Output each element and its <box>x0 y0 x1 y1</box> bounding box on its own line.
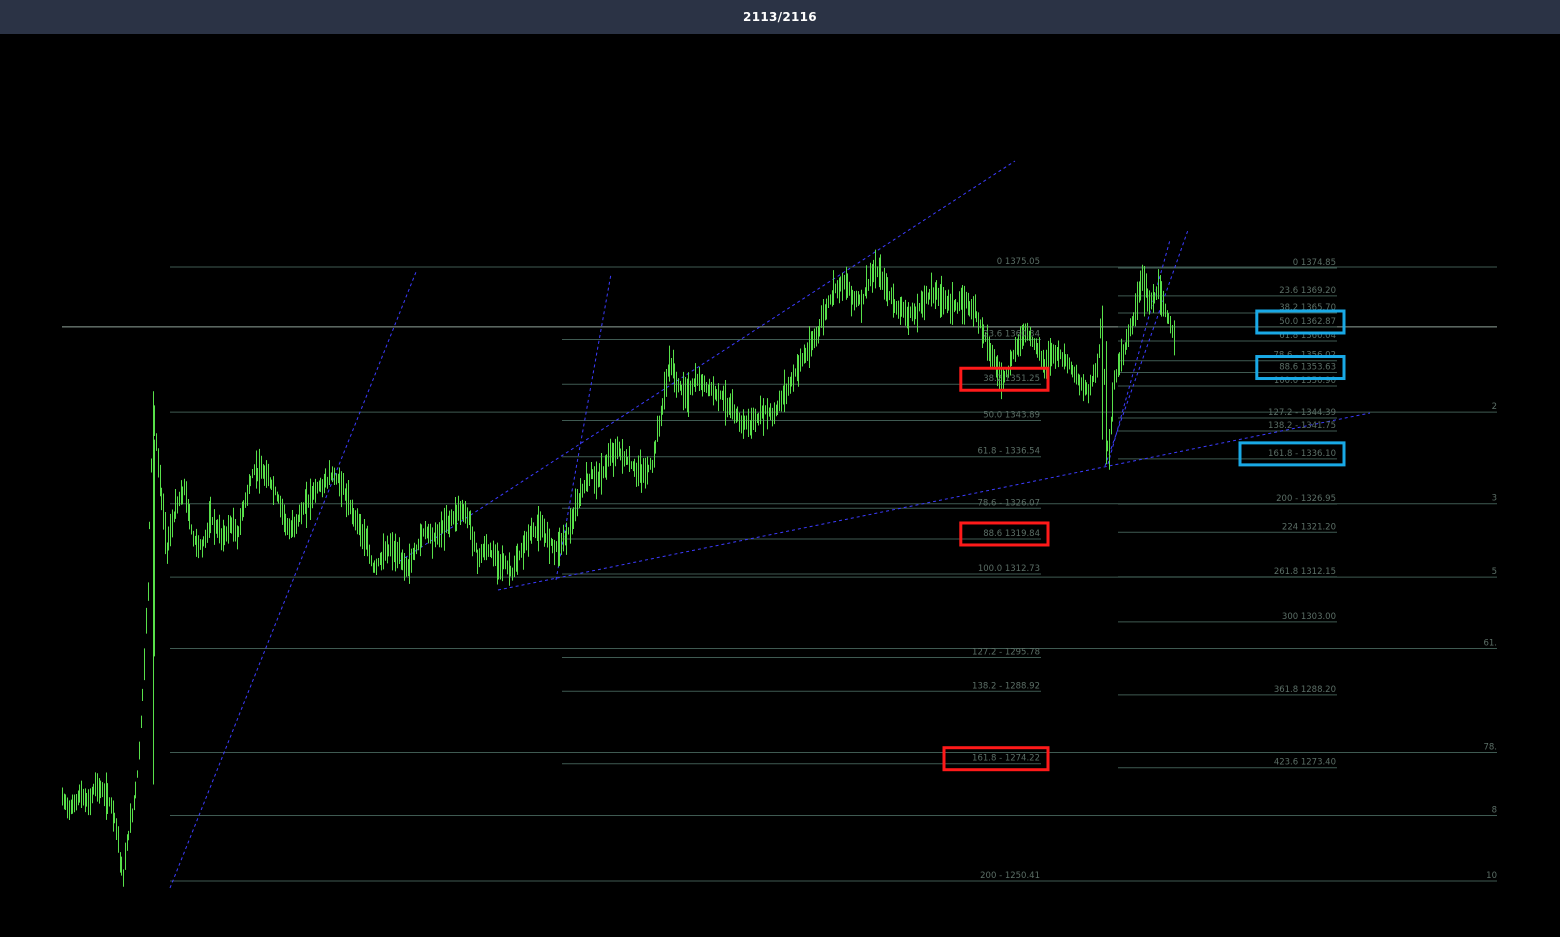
fib-mid-label: 0 1375.05 <box>997 257 1040 267</box>
trend-line <box>169 271 417 889</box>
fib-right-b-label: 200 - 1326.95 <box>1276 494 1336 504</box>
fib-mid-label: 88.6 1319.84 <box>983 529 1040 539</box>
fib-right-a-label: 23.6 1369.20 <box>1279 286 1336 296</box>
fib-mid-label: 78.6 - 1326.07 <box>977 498 1040 508</box>
fib-left-label: 10 <box>1486 871 1497 881</box>
fib-left-label: 8 <box>1492 806 1497 816</box>
fib-mid-label: 127.2 - 1295.78 <box>972 647 1040 657</box>
fib-right-a-label: 138.2 - 1341.75 <box>1268 421 1336 431</box>
fib-left-label: 78. <box>1483 742 1497 752</box>
fib-mid-label: 23.6 1360.34 <box>983 329 1040 339</box>
fib-right-b-label: 423.6 1273.40 <box>1274 758 1336 768</box>
chart-svg: 2 3 5 61. 78. 8 10 0 1375.05 23.6 1360.34 38.2 13… <box>62 160 1497 889</box>
title-bar: 2113/2116 <box>0 0 1560 34</box>
trend-lines-layer <box>169 160 1371 889</box>
trend-line <box>399 160 1016 562</box>
fib-right-a-label: 127.2 - 1344.39 <box>1268 408 1336 418</box>
fib-left-label: 61. <box>1483 639 1497 649</box>
fib-right-a-label: 88.6 1353.63 <box>1279 363 1336 373</box>
fib-left-label: 3 <box>1492 494 1497 504</box>
fib-mid-label: 100.0 1312.73 <box>978 564 1040 574</box>
fib-right-a-label: 161.8 - 1336.10 <box>1268 449 1336 459</box>
fib-right-b-label: 300 1303.00 <box>1282 612 1336 622</box>
fib-right-b-label: 261.8 1312.15 <box>1274 567 1336 577</box>
trend-line <box>497 412 1371 591</box>
fib-right-b-label: 361.8 1288.20 <box>1274 685 1336 695</box>
fib-mid-label: 38.2 1351.25 <box>983 374 1040 384</box>
fib-left-label: 5 <box>1492 567 1497 577</box>
price-chart: 2 3 5 61. 78. 8 10 0 1375.05 23.6 1360.34 38.2 13… <box>0 34 1560 933</box>
fib-mid-label: 161.8 - 1274.22 <box>972 754 1040 764</box>
fib-right-b-label: 224 1321.20 <box>1282 522 1336 532</box>
fib-right-a-label: 50.0 1362.87 <box>1279 317 1336 327</box>
fib-right-a-label: 0 1374.85 <box>1293 258 1336 268</box>
image-counter: 2113/2116 <box>743 10 817 24</box>
trend-line <box>555 273 612 581</box>
fib-mid-label: 61.8 - 1336.54 <box>977 447 1040 457</box>
fib-mid-label: 138.2 - 1288.92 <box>972 681 1040 691</box>
fib-mid-label: 200 - 1250.41 <box>980 871 1040 881</box>
fib-left-label: 2 <box>1492 402 1497 412</box>
fib-mid-label: 50.0 1343.89 <box>983 411 1040 421</box>
